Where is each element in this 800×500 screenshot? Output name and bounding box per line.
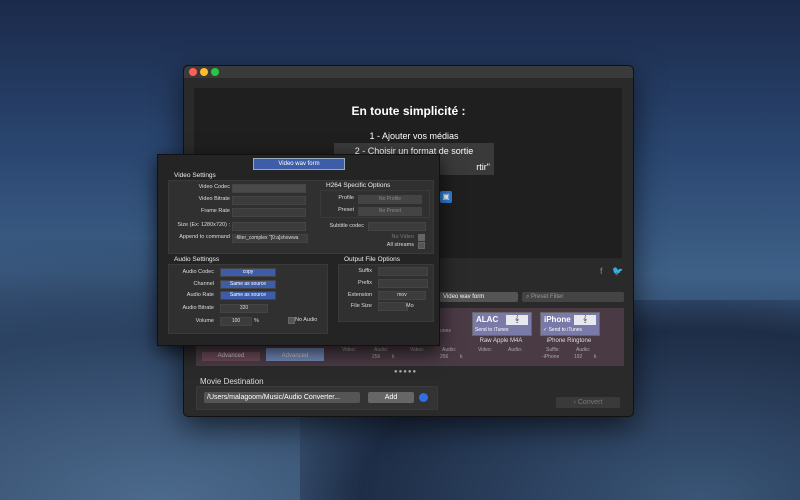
spec-audio: Audio: [576,347,591,353]
no-audio-checkbox[interactable] [288,317,295,324]
append-label: Append to command [179,234,230,240]
channel-label: Channel [193,281,215,287]
convert-label: Convert [577,399,603,406]
spec-suffix: Suffix: [546,347,560,353]
prefix-field[interactable] [378,279,428,288]
close-button[interactable] [189,68,197,76]
video-codec-label: Video Codec [198,184,230,190]
audio-settings-heading: Audio Settingss [174,256,220,263]
spec-video: Video: [478,347,493,353]
step-1: 1 - Ajouter vos médias [369,131,459,141]
channel-select[interactable]: Same as source [220,280,276,289]
file-size-field[interactable] [378,302,408,311]
preset-card-iphone[interactable]: iPhone 𝄞 ✓ Send to iTunes [540,312,600,336]
video-bitrate-label: Video Bitrate [198,196,230,202]
send-to-itunes-checkbox[interactable]: ✓ Send to iTunes [543,327,582,333]
spec-audio-unit: k [460,354,463,360]
send-to-itunes-checkbox[interactable]: Send to iTunes [475,327,508,333]
convert-button[interactable]: › Convert [556,397,620,408]
no-video-label: No Video [391,234,414,240]
all-streams-checkbox[interactable] [418,242,425,249]
advanced-button[interactable]: Advanced [202,352,260,361]
spec-audio: Audio: [442,347,457,353]
size-field[interactable] [232,222,306,231]
audio-rate-label: Audio Rate [186,292,214,298]
twitter-icon[interactable]: 🐦 [612,266,623,277]
destination-label: Movie Destination [200,377,264,386]
spec-audio: Audio: [374,347,389,353]
append-field[interactable]: -filter_complex "[0:a]showwa [232,234,308,243]
app-badge-icon: ▣ [440,191,452,203]
subtitle-codec-label: Subtitle codec [329,223,364,229]
card-name: ALAC [476,315,499,324]
zoom-button[interactable] [211,68,219,76]
spec-audio-unit: k [392,354,395,360]
volume-label: Volume [195,318,214,324]
extension-label: Extension [347,292,372,298]
audio-rate-select[interactable]: Same as source [220,291,276,300]
intro-title: En toute simplicité : [351,104,466,118]
profile-select[interactable]: No Profile [358,195,422,204]
subtitle-codec-select[interactable] [368,222,426,231]
file-size-label: File Size [350,303,372,309]
advanced-button-selected[interactable]: Advanced [266,348,324,361]
video-bitrate-field[interactable] [232,196,306,205]
spec-audio-value: 192 [574,354,583,360]
facebook-icon[interactable]: f [600,266,603,276]
preset-name-field[interactable]: Video wav form [253,158,345,170]
size-label: Size (Ex: 1280x720) : [177,222,230,228]
no-video-checkbox[interactable] [418,234,425,241]
audio-bitrate-label: Audio Bitrate [182,305,215,311]
music-note-icon: 𝄞 [574,315,596,325]
spec-audio: Audio: [508,347,523,353]
preset-filter-input[interactable]: ⌕ Preset Filter [522,292,624,302]
preset-filter-placeholder: Preset Filter [531,294,564,300]
audio-codec-label: Audio Codec [182,269,215,275]
advanced-settings-popover: Video wav form Video Settings Video Code… [157,154,440,346]
frame-rate-label: Frame Rate [200,208,230,214]
spec-video: Video: [410,347,425,353]
spec-suffix-value: -iPhone [542,354,560,360]
suffix-label: Suffix [358,268,372,274]
prefix-label: Prefix [357,280,372,286]
output-options-heading: Output File Options [344,256,400,263]
frame-rate-field[interactable] [232,208,306,217]
preset-select[interactable]: Video wav form [439,292,518,302]
video-codec-select[interactable] [232,184,306,193]
spec-audio-unit: k [594,354,597,360]
audio-bitrate-field[interactable]: 320 [220,304,268,313]
volume-unit: % [254,318,259,324]
extension-field[interactable]: mov [378,291,426,300]
spec-video: Video: [342,347,357,353]
h264-heading: H264 Specific Options [326,182,391,189]
volume-field[interactable]: 100 [220,317,252,326]
audio-codec-select[interactable]: copy [220,268,276,277]
no-audio-label: No Audio [295,317,318,323]
card-name: iPhone [544,315,571,324]
spec-audio-value: 256 [440,354,449,360]
card-label-alac: Raw Apple M4A [479,338,523,344]
suffix-field[interactable] [378,267,428,276]
add-button[interactable]: Add [368,392,414,403]
all-streams-label: All streams [386,242,414,248]
minimize-button[interactable] [200,68,208,76]
destination-path-select[interactable]: /Users/malagoom/Music/Audio Converter... [204,392,360,403]
spec-audio-value: 256 [372,354,381,360]
profile-label: Profile [338,195,354,201]
page-dots[interactable]: ●●●●● [394,369,417,375]
info-icon[interactable] [419,393,428,402]
title-bar[interactable] [184,66,633,78]
preset-card-alac[interactable]: ALAC 𝄞 Send to iTunes [472,312,532,336]
preset-label: Preset [338,207,354,213]
preset-select[interactable]: No Preset [358,207,422,216]
file-size-unit: Mo [406,303,414,309]
music-note-icon: 𝄞 [506,315,528,325]
video-settings-heading: Video Settings [174,172,216,179]
card-label-iphone: iPhone Ringtone [546,338,592,344]
